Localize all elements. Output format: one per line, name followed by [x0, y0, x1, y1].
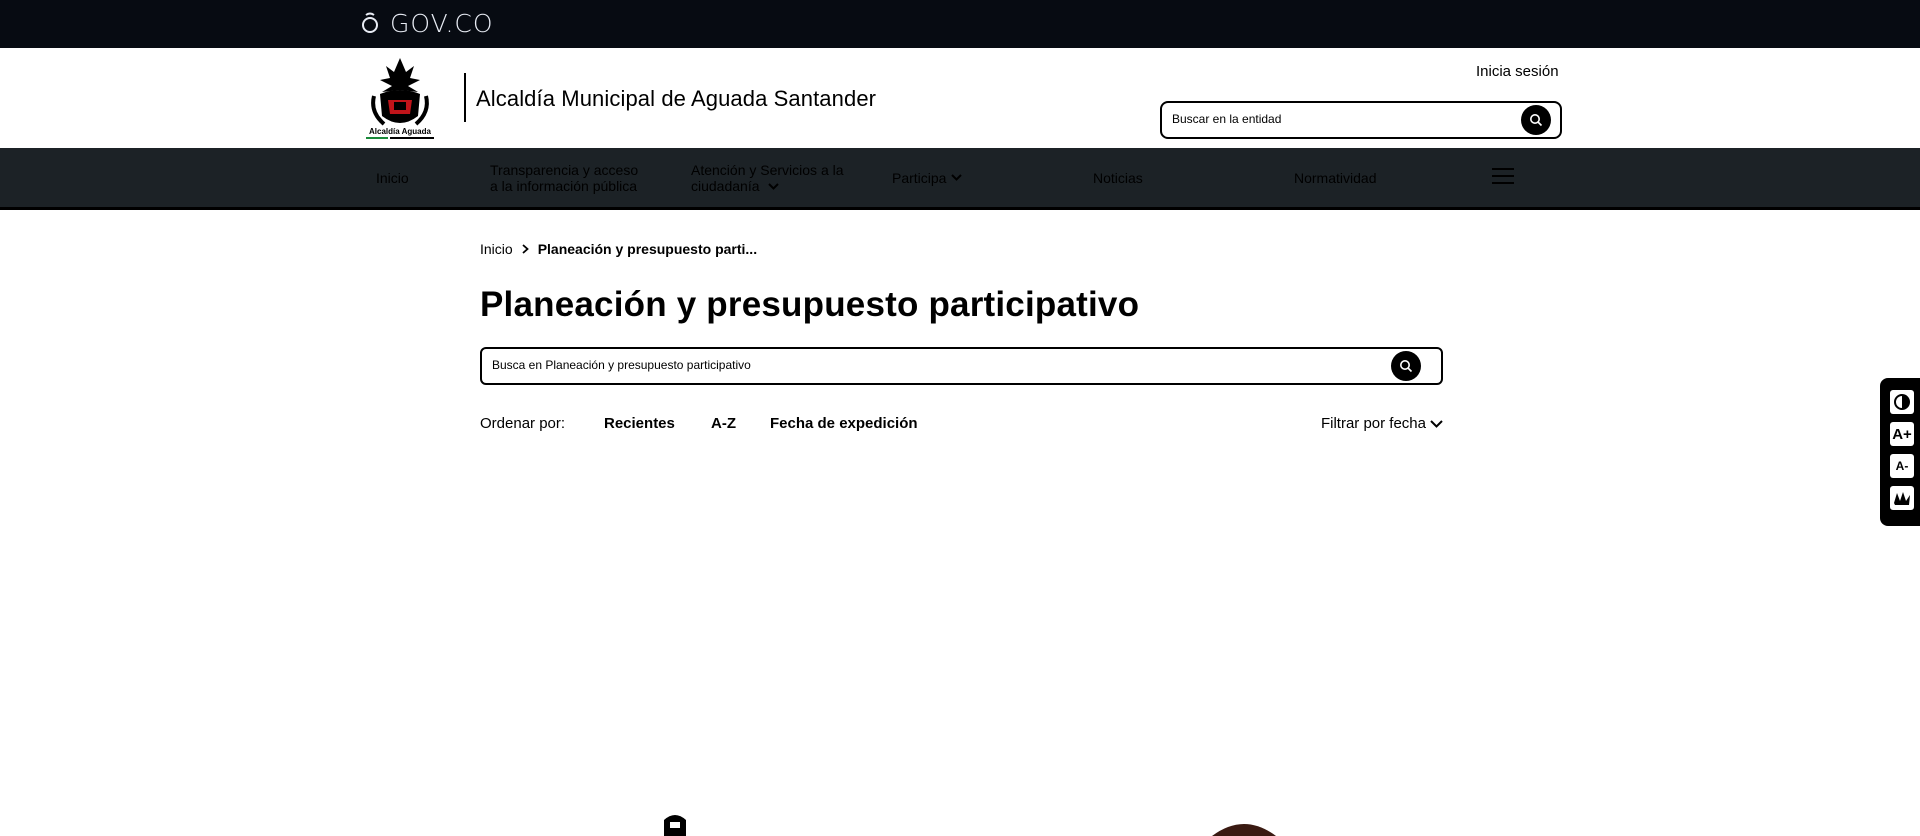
nav-item-label-line2: a la información pública — [490, 177, 638, 194]
chevron-right-icon — [522, 244, 529, 254]
chevron-down-icon — [1430, 419, 1443, 428]
site-header: Alcaldía Aguada Alcaldía Municipal de Ag… — [0, 48, 1920, 148]
login-link[interactable]: Inicia sesión — [1476, 63, 1559, 80]
crest-caption: Alcaldía Aguada — [369, 127, 431, 136]
page-title: Planeación y presupuesto participativo — [480, 285, 1140, 324]
chevron-down-icon — [768, 183, 780, 191]
municipal-crest-logo[interactable]: Alcaldía Aguada — [360, 56, 440, 142]
search-icon — [1530, 114, 1543, 127]
govco-brand-link[interactable]: GOV.CO — [360, 9, 494, 38]
sort-label: Ordenar por: — [480, 415, 566, 432]
header-divider — [464, 73, 466, 122]
hamburger-icon[interactable] — [1492, 168, 1514, 186]
accessibility-toolbar: A+ A- — [1880, 378, 1920, 526]
breadcrumb: Inicio Planeación y presupuesto parti... — [480, 241, 757, 257]
govco-brand-text: GOV.CO — [390, 9, 494, 38]
contrast-button[interactable] — [1890, 390, 1914, 414]
content-search-box — [480, 347, 1443, 385]
sort-option-fecha[interactable]: Fecha de expedición — [770, 415, 918, 432]
search-icon — [1400, 360, 1413, 373]
nav-item-normatividad[interactable]: Normatividad — [1294, 148, 1376, 207]
sign-language-icon — [1894, 492, 1910, 505]
nav-item-inicio[interactable]: Inicio — [376, 148, 409, 207]
header-search-button[interactable] — [1521, 105, 1551, 135]
increase-font-button[interactable]: A+ — [1890, 422, 1914, 446]
national-emblem-image — [1212, 824, 1276, 836]
decrease-font-button[interactable]: A- — [1890, 454, 1914, 478]
govco-top-bar: GOV.CO — [0, 0, 1920, 48]
nav-item-label: Inicio — [376, 169, 409, 186]
sort-bar: Ordenar por: Recientes A-Z Fecha de expe… — [480, 415, 1443, 437]
contrast-icon — [1894, 394, 1910, 410]
nav-item-participa[interactable]: Participa — [892, 148, 963, 207]
govco-icon — [362, 12, 378, 33]
main-navigation: Inicio Transparencia y acceso a la infor… — [0, 148, 1920, 210]
sort-option-recientes[interactable]: Recientes — [604, 415, 675, 432]
nav-item-label: Transparencia y acceso a la información … — [490, 162, 638, 194]
decrease-font-icon: A- — [1895, 459, 1909, 473]
increase-font-icon: A+ — [1892, 425, 1912, 443]
entity-search-input[interactable] — [1172, 112, 1502, 126]
nav-item-label-line1: Atención y Servicios a la — [691, 161, 844, 178]
nav-item-noticias[interactable]: Noticias — [1093, 148, 1143, 207]
content-search-button[interactable] — [1391, 351, 1421, 381]
nav-item-label-line1: Transparencia y acceso — [490, 161, 639, 178]
nav-item-transparencia[interactable]: Transparencia y acceso a la información … — [490, 148, 638, 207]
content-search-input[interactable] — [492, 358, 1372, 372]
sign-language-button[interactable] — [1890, 486, 1914, 510]
nav-item-label: Participa — [892, 169, 947, 186]
filter-label: Filtrar por fecha — [1320, 415, 1426, 432]
filter-by-date-dropdown[interactable]: Filtrar por fecha — [1321, 415, 1443, 432]
nav-item-atencion[interactable]: Atención y Servicios a la ciudadanía — [691, 148, 844, 207]
nav-item-label: Atención y Servicios a la ciudadanía — [691, 162, 844, 194]
coat-of-arms-image — [664, 815, 686, 836]
entity-title: Alcaldía Municipal de Aguada Santander — [476, 86, 877, 111]
nav-item-label: Normatividad — [1294, 169, 1377, 186]
breadcrumb-current: Planeación y presupuesto parti... — [537, 241, 758, 257]
nav-item-label: Noticias — [1093, 169, 1143, 186]
sort-option-az[interactable]: A-Z — [711, 415, 736, 432]
header-search-box — [1160, 101, 1562, 139]
nav-item-label-line2: ciudadanía — [691, 177, 760, 194]
chevron-down-icon — [951, 174, 963, 181]
breadcrumb-home-link[interactable]: Inicio — [480, 241, 513, 257]
